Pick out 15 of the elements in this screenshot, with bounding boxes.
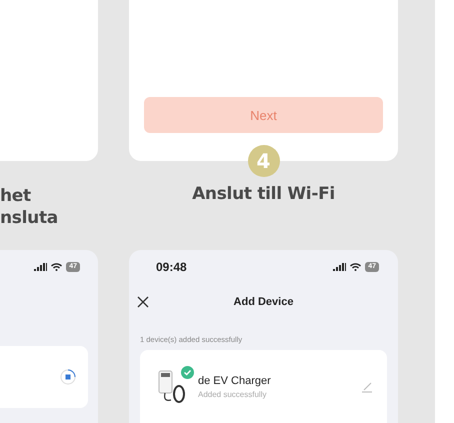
wifi-icon xyxy=(350,263,362,271)
loading-spinner-icon xyxy=(60,369,76,385)
signal-icon xyxy=(34,263,48,271)
device-name: de EV Charger xyxy=(198,374,272,386)
step-caption: Anslut till Wi-Fi xyxy=(192,183,335,205)
step-caption: het xyxy=(0,185,31,207)
status-time: 09:48 xyxy=(156,260,187,274)
device-status: Added successfully xyxy=(198,390,268,398)
screen-title: Add Device xyxy=(234,296,294,308)
close-icon[interactable] xyxy=(137,296,149,308)
step-caption: nsluta xyxy=(0,207,58,229)
step-number-badge: 4 xyxy=(248,145,280,177)
wifi-icon xyxy=(51,263,62,271)
signal-icon xyxy=(333,263,346,271)
ev-charger-icon xyxy=(158,370,188,404)
